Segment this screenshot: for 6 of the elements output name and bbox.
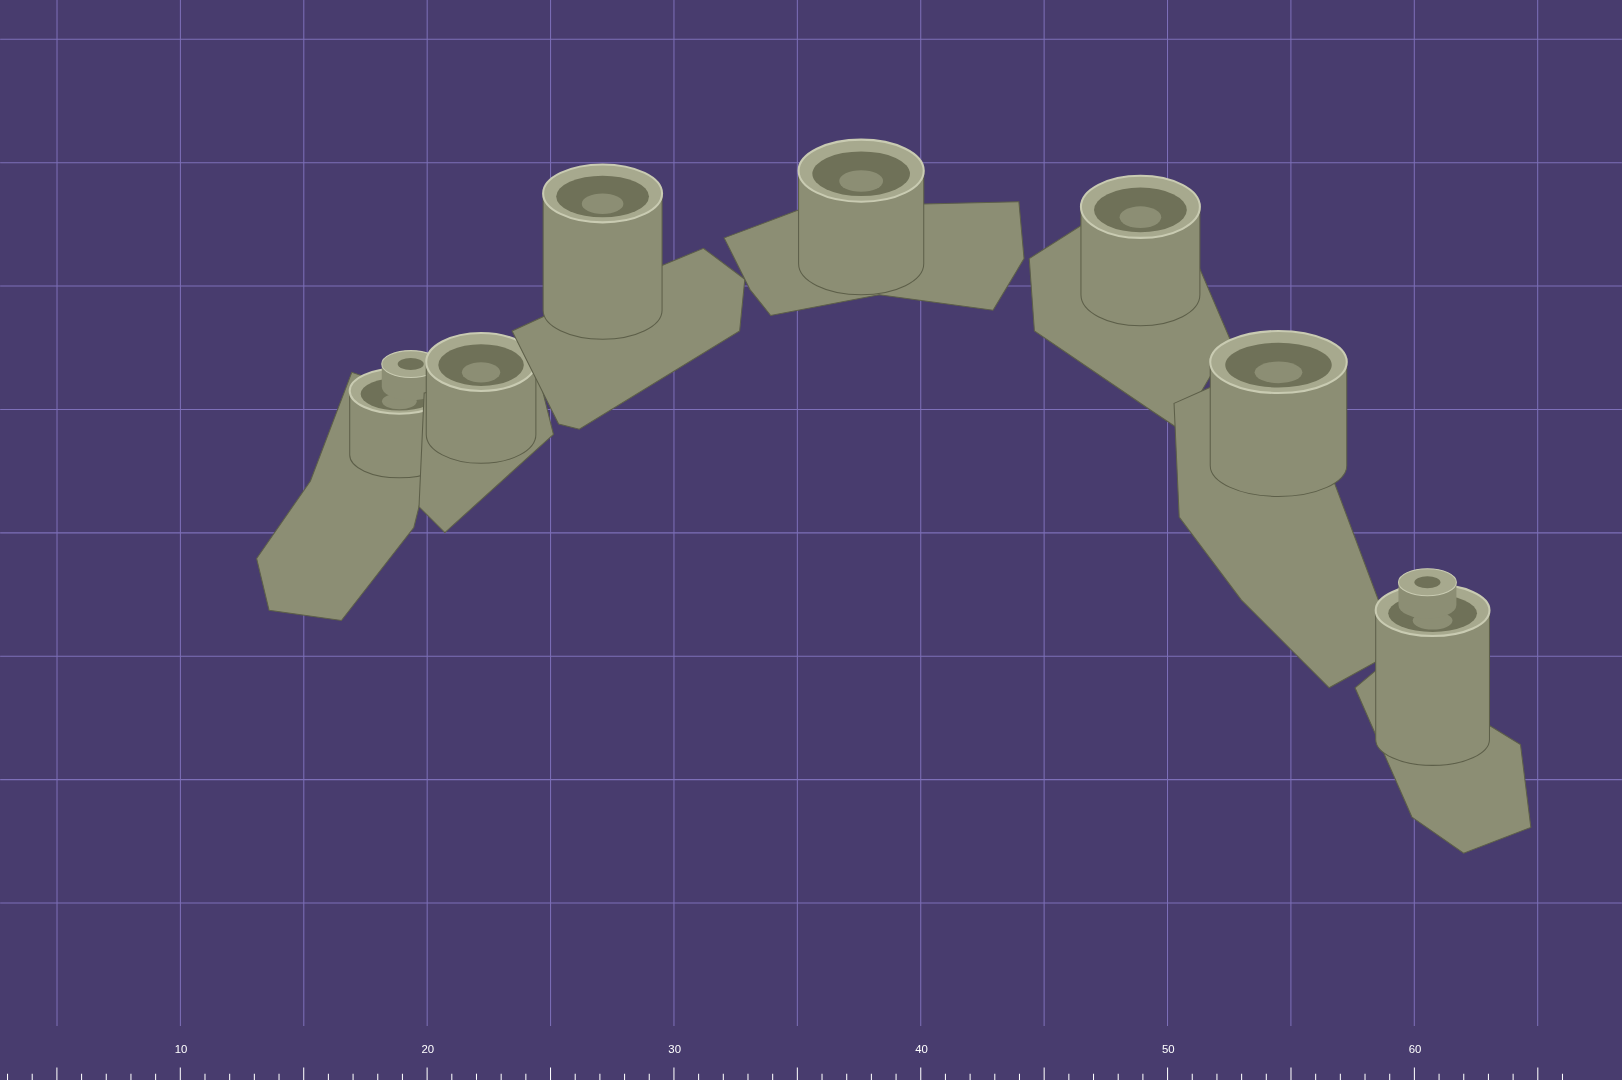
ruler-label: 20: [421, 1043, 435, 1055]
ruler-label: 50: [1161, 1043, 1175, 1055]
ruler-label: 10: [174, 1043, 188, 1055]
ruler-label: 60: [1408, 1043, 1422, 1055]
ruler-label: 30: [668, 1043, 681, 1055]
ruler-label: 40: [915, 1043, 928, 1055]
